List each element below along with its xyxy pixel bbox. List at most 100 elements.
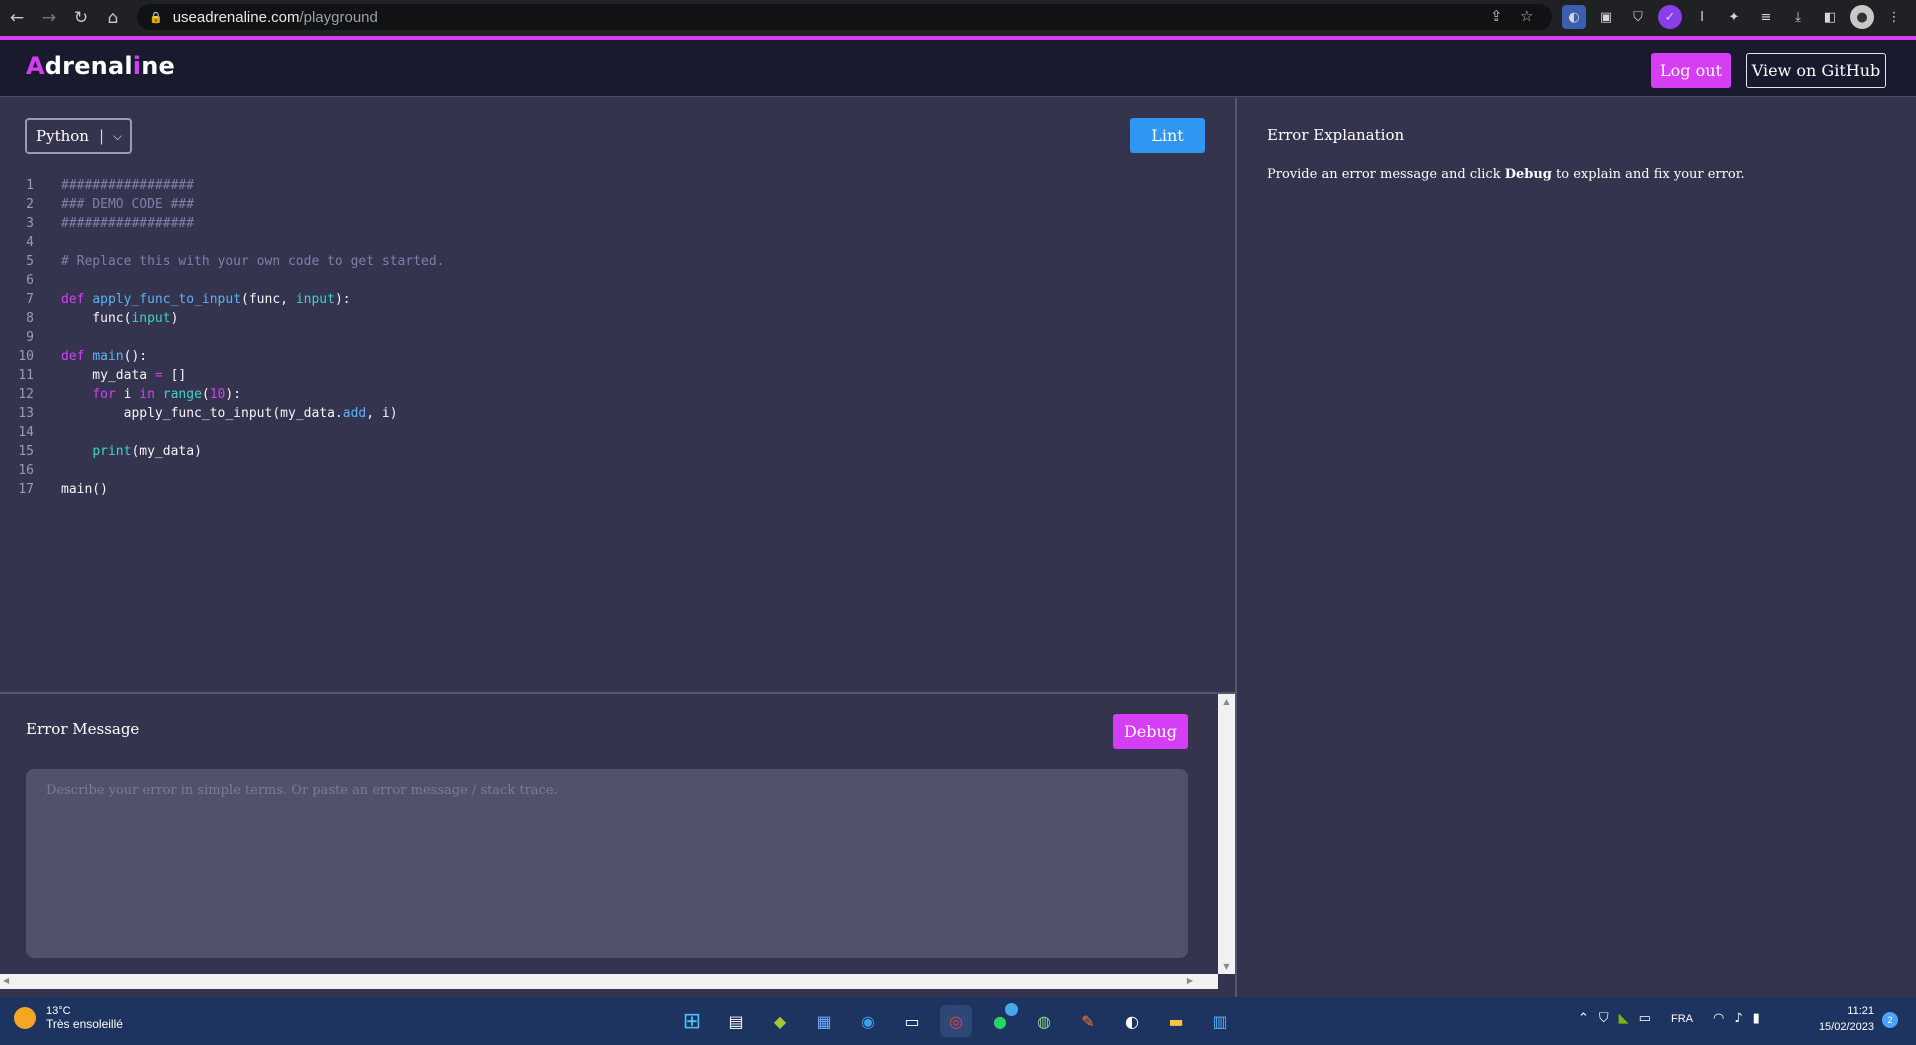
- code-editor[interactable]: 1 ################# 2 ### DEMO CODE ### 3 ###…: [0, 176, 1236, 499]
- forward-icon[interactable]: →: [34, 3, 64, 33]
- code-line: 9: [0, 328, 1236, 347]
- scroll-left-icon[interactable]: ◀: [3, 976, 9, 985]
- debug-button[interactable]: Debug: [1113, 714, 1188, 749]
- notepad-icon[interactable]: ▥: [1204, 1005, 1236, 1037]
- code-token: for: [92, 387, 116, 402]
- profile-icon[interactable]: ●: [1850, 5, 1874, 29]
- line-number: 8: [26, 311, 34, 326]
- code-token: ():: [123, 349, 148, 364]
- weather-widget[interactable]: 13°C Très ensoleillé: [14, 1005, 123, 1031]
- adrenaline-logo[interactable]: Adrenaline: [26, 52, 175, 80]
- line-number: 14: [18, 425, 34, 440]
- code-text: def apply_func_to_input(func, input):: [61, 292, 351, 307]
- code-line: 3 #################: [0, 214, 1236, 233]
- android-icon[interactable]: ◆: [764, 1005, 796, 1037]
- code-token: (my_data): [131, 444, 202, 459]
- code-line: 6: [0, 271, 1236, 290]
- nvidia-icon[interactable]: ◣: [1619, 1011, 1629, 1026]
- hs-app-icon[interactable]: ◍: [1028, 1005, 1060, 1037]
- code-text: ### DEMO CODE ###: [61, 197, 194, 212]
- more-icon[interactable]: ⋮: [1882, 5, 1906, 29]
- scroll-right-icon[interactable]: ▶: [1187, 976, 1193, 985]
- input-language[interactable]: FRA: [1671, 1013, 1693, 1025]
- code-line: 12 for i in range(10):: [0, 385, 1236, 404]
- defender-icon[interactable]: ⛉: [1599, 1011, 1609, 1026]
- code-text: # Replace this with your own code to get…: [61, 254, 445, 269]
- language-selected: Python: [36, 127, 89, 145]
- edge-icon[interactable]: ◉: [852, 1005, 884, 1037]
- download-icon[interactable]: ⤓: [1786, 5, 1810, 29]
- windows-start-icon[interactable]: ⊞: [676, 1005, 708, 1037]
- code-line: 2 ### DEMO CODE ###: [0, 195, 1236, 214]
- code-token: def: [61, 349, 93, 364]
- line-number: 3: [26, 216, 34, 231]
- sidepanel-icon[interactable]: ◧: [1818, 5, 1842, 29]
- control-panel-icon[interactable]: ▦: [808, 1005, 840, 1037]
- code-line: 5 # Replace this with your own code to ge…: [0, 252, 1236, 271]
- error-message-title: Error Message: [26, 720, 140, 738]
- chevron-up-icon[interactable]: ⌃: [1578, 1011, 1589, 1026]
- code-line: 4: [0, 233, 1236, 252]
- system-tray: ⌃ ⛉ ◣ ▭ FRA ◠ ♪ ▮: [1578, 1011, 1760, 1026]
- home-icon[interactable]: ⌂: [98, 3, 128, 33]
- battery-icon[interactable]: ▮: [1753, 1011, 1760, 1026]
- puzzle-icon[interactable]: ✦: [1722, 5, 1746, 29]
- left-pane-footer: [0, 989, 1236, 997]
- purple-ext-icon[interactable]: ✓: [1658, 5, 1682, 29]
- scroll-down-icon[interactable]: ▼: [1222, 962, 1231, 971]
- line-number: 7: [26, 292, 34, 307]
- lock-app-icon[interactable]: ◐: [1116, 1005, 1148, 1037]
- code-token: my_data: [61, 368, 155, 383]
- volume-icon[interactable]: ♪: [1734, 1011, 1742, 1026]
- code-token: add: [342, 406, 367, 421]
- file-explorer-icon[interactable]: ▬: [1160, 1005, 1192, 1037]
- error-message-input[interactable]: [26, 769, 1188, 958]
- media-icon[interactable]: ≡: [1754, 5, 1778, 29]
- screen-icon[interactable]: ▣: [1594, 5, 1618, 29]
- code-line: 7 def apply_func_to_input(func, input):: [0, 290, 1236, 309]
- task-view-icon[interactable]: ▤: [720, 1005, 752, 1037]
- code-line: 17 main(): [0, 480, 1236, 499]
- bookmark-star-icon[interactable]: ☆: [1520, 7, 1533, 25]
- line-number: 11: [18, 368, 34, 383]
- compass-app-icon[interactable]: ✎: [1072, 1005, 1104, 1037]
- whatsapp-icon[interactable]: ● 3: [984, 1003, 1018, 1037]
- chrome-icon[interactable]: ◎: [940, 1005, 972, 1037]
- keyboard-icon[interactable]: ▭: [1639, 1011, 1651, 1026]
- ublock-icon[interactable]: ⛉: [1626, 5, 1650, 29]
- error-message-pane: Error Message Debug: [0, 694, 1218, 974]
- whatsapp-badge: 3: [1005, 1003, 1018, 1016]
- wifi-icon[interactable]: ◠: [1713, 1011, 1724, 1026]
- address-bar[interactable]: 🔒 useadrenaline.com/playground ⇪ ☆: [137, 4, 1552, 30]
- windows-taskbar: 13°C Très ensoleillé ⊞ ▤ ◆ ▦ ◉ ▭ ◎ ● 3 ◍ …: [0, 997, 1916, 1045]
- notification-badge[interactable]: 2: [1882, 1012, 1898, 1028]
- code-token: =: [154, 368, 163, 383]
- code-text: main(): [61, 482, 108, 497]
- code-token: # Replace this with your own code to get…: [61, 254, 445, 269]
- view-on-github-button[interactable]: View on GitHub: [1746, 53, 1886, 88]
- clock[interactable]: 11:21 15/02/2023: [1810, 1003, 1874, 1035]
- weather-temperature: 13°C: [46, 1005, 71, 1017]
- code-line: 13 apply_func_to_input(my_data.add, i): [0, 404, 1236, 423]
- code-text: apply_func_to_input(my_data.add, i): [61, 406, 398, 421]
- info-ext-icon[interactable]: Ⅰ: [1690, 5, 1714, 29]
- terminal-icon[interactable]: ▭: [896, 1005, 928, 1037]
- code-line: 16: [0, 461, 1236, 480]
- share-icon[interactable]: ⇪: [1490, 7, 1503, 25]
- lint-button[interactable]: Lint: [1130, 118, 1205, 153]
- vertical-scrollbar[interactable]: ▲ ▼: [1218, 694, 1235, 974]
- code-token: , i): [366, 406, 398, 421]
- select-separator: |: [98, 127, 105, 145]
- sun-icon: [14, 1007, 36, 1029]
- code-token: print: [92, 444, 132, 459]
- reload-icon[interactable]: ↻: [66, 3, 96, 33]
- chevron-down-icon: ⌵: [113, 128, 123, 143]
- code-text: for i in range(10):: [61, 387, 241, 402]
- horizontal-scrollbar[interactable]: ◀ ▶: [0, 974, 1218, 989]
- back-icon[interactable]: ←: [2, 3, 32, 33]
- language-select[interactable]: Python | ⌵: [25, 118, 132, 154]
- shield-icon[interactable]: ◐: [1562, 5, 1586, 29]
- logout-button[interactable]: Log out: [1651, 53, 1731, 88]
- scroll-up-icon[interactable]: ▲: [1222, 697, 1231, 706]
